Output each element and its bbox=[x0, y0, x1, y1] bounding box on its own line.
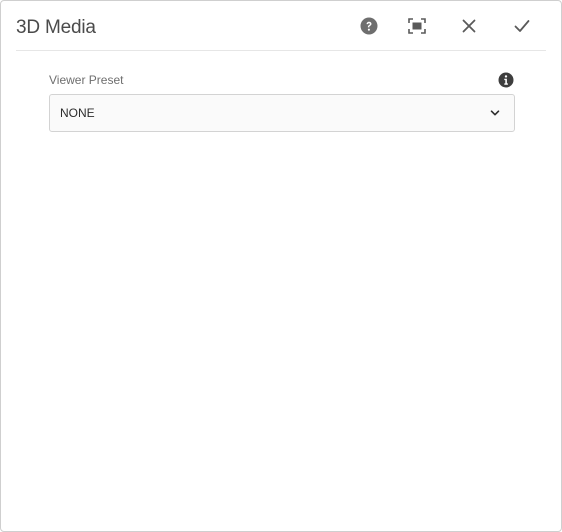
dialog-header: 3D Media bbox=[16, 1, 546, 51]
fullscreen-icon bbox=[408, 18, 426, 34]
help-button[interactable] bbox=[356, 13, 382, 39]
chevron-down-icon bbox=[490, 110, 500, 116]
fullscreen-button[interactable] bbox=[404, 13, 430, 39]
viewer-preset-select[interactable]: NONE bbox=[49, 94, 515, 132]
dialog: 3D Media Viewer Preset NONE bbox=[0, 0, 562, 532]
header-actions bbox=[326, 1, 546, 50]
viewer-preset-value: NONE bbox=[60, 106, 95, 120]
viewer-preset-label: Viewer Preset bbox=[49, 73, 124, 87]
close-button[interactable] bbox=[456, 13, 482, 39]
info-icon[interactable] bbox=[498, 72, 514, 88]
close-icon bbox=[462, 19, 476, 33]
dialog-title: 3D Media bbox=[16, 17, 96, 38]
checkmark-icon bbox=[514, 20, 530, 32]
done-button[interactable] bbox=[509, 13, 535, 39]
help-icon bbox=[360, 17, 378, 35]
